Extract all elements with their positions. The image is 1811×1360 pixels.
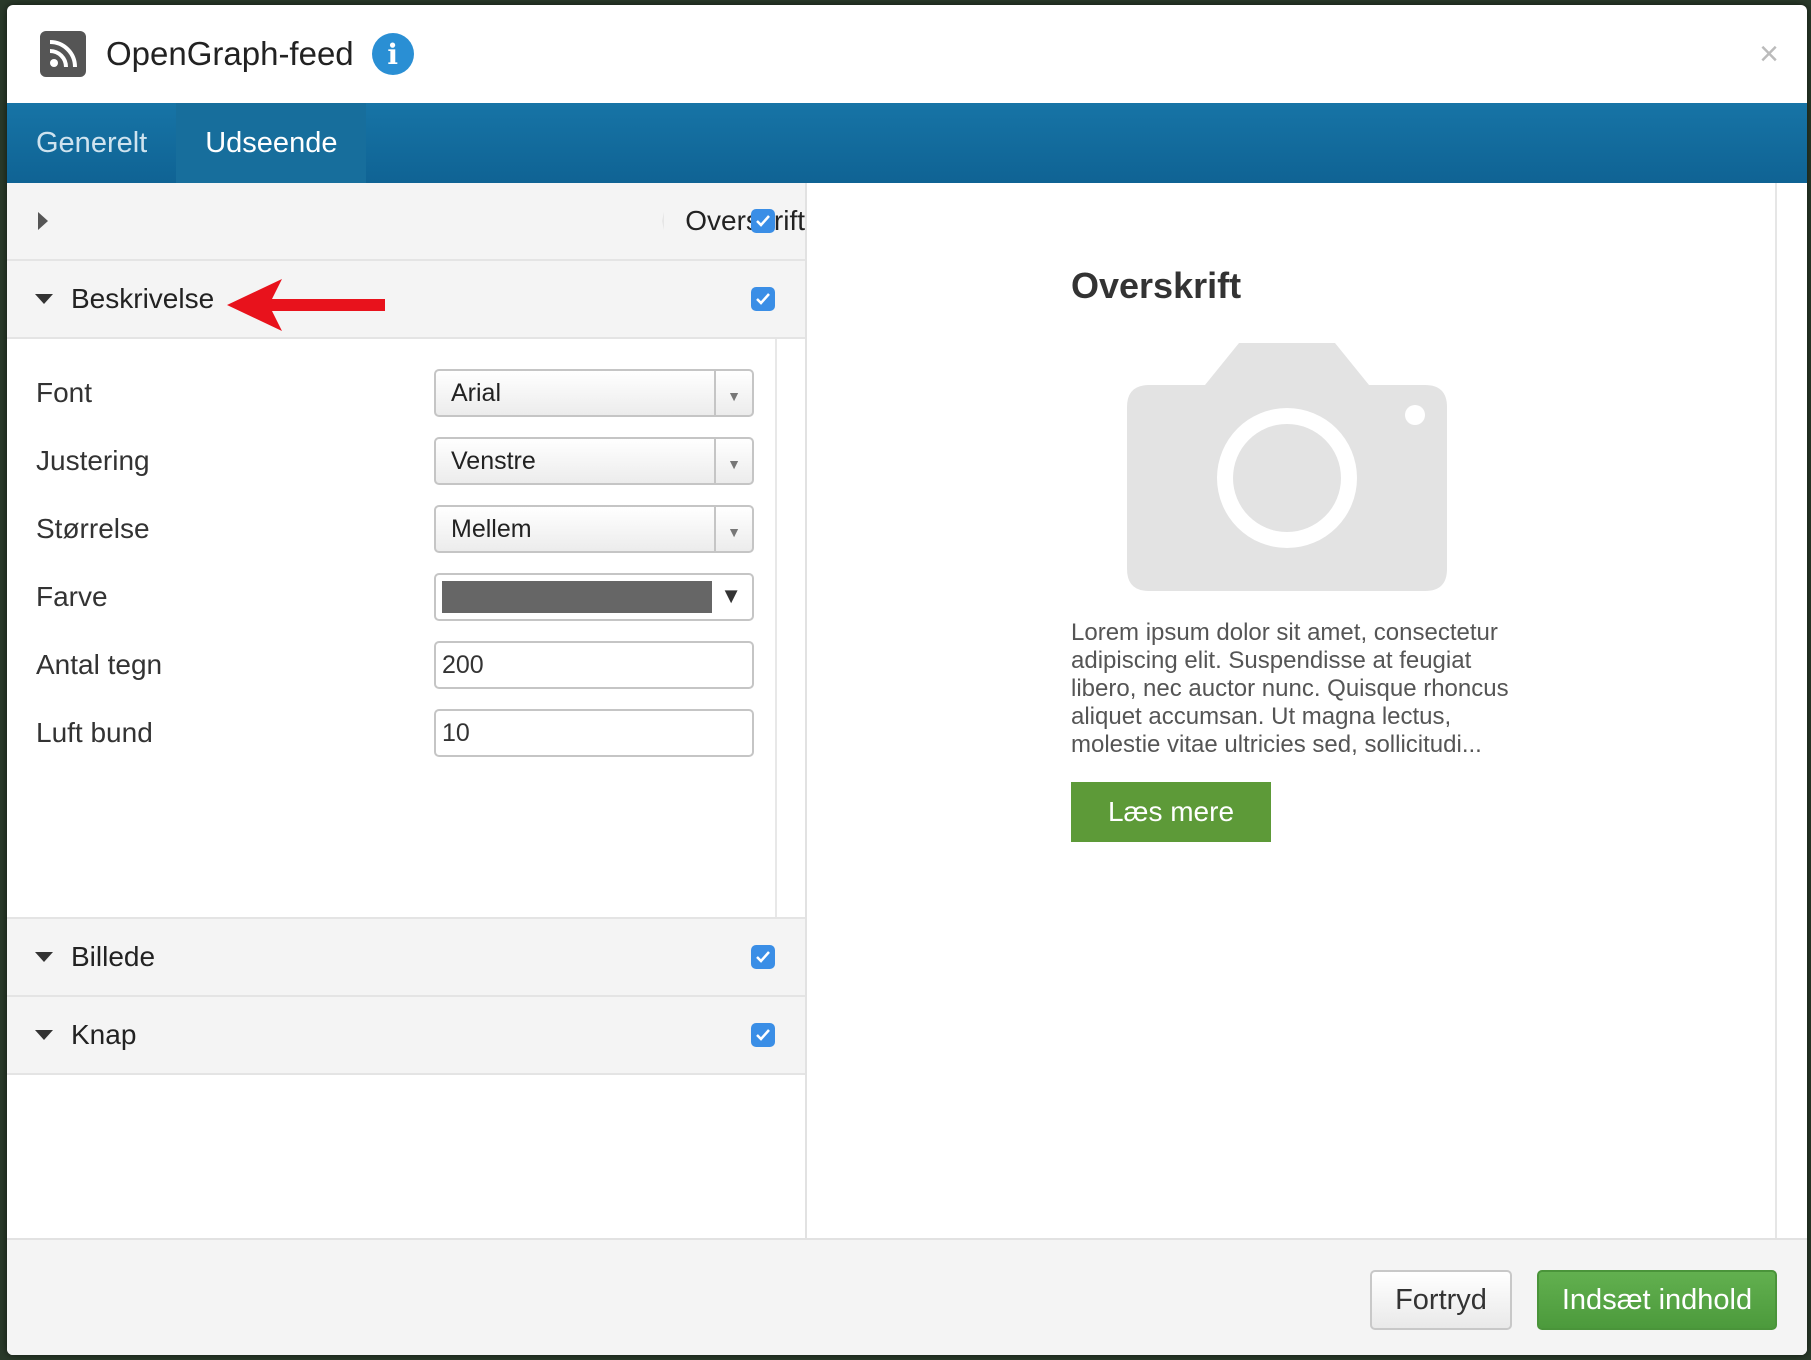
settings-panel: Overskrift Beskrivelse Font Arial ▼ Just… xyxy=(7,183,807,1238)
rss-icon xyxy=(40,31,86,77)
camera-placeholder-icon xyxy=(1127,343,1447,591)
luft-bund-input[interactable]: 10 xyxy=(434,709,754,757)
form-row-farve: Farve ▼ xyxy=(7,563,805,631)
dropdown-arrow-icon: ▼ xyxy=(720,583,742,608)
form-row-justering: Justering Venstre ▼ xyxy=(7,427,805,495)
font-value: Arial xyxy=(451,379,502,407)
farve-label: Farve xyxy=(36,581,108,612)
color-swatch xyxy=(442,581,712,613)
preview-description: Lorem ipsum dolor sit amet, consectetur … xyxy=(1071,619,1509,758)
tab-generelt[interactable]: Generelt xyxy=(7,103,176,183)
caret-down-icon xyxy=(35,1030,53,1040)
section-label: Overskrift xyxy=(685,205,805,236)
font-label: Font xyxy=(36,377,93,408)
section-billede[interactable]: Billede xyxy=(7,919,805,997)
annotation-arrow-icon xyxy=(227,279,385,331)
justering-select[interactable]: Venstre ▼ xyxy=(434,437,754,485)
preview-panel: Overskrift Lorem ipsum dolor sit amet, c… xyxy=(807,183,1777,1238)
read-more-button[interactable]: Læs mere xyxy=(1071,782,1271,842)
storrelse-select[interactable]: Mellem ▼ xyxy=(434,505,754,553)
dialog: OpenGraph-feed i × Generelt Udseende Ove… xyxy=(7,5,1807,1355)
chevron-down-icon: ▼ xyxy=(714,371,752,415)
preview-title: Overskrift xyxy=(1071,265,1242,306)
insert-content-button[interactable]: Indsæt indhold xyxy=(1537,1270,1777,1330)
beskrivelse-checkbox[interactable] xyxy=(751,287,775,311)
font-select[interactable]: Arial ▼ xyxy=(434,369,754,417)
overskrift-checkbox[interactable] xyxy=(751,209,775,233)
chevron-down-icon: ▼ xyxy=(714,507,752,551)
cancel-button[interactable]: Fortryd xyxy=(1370,1270,1512,1330)
storrelse-value: Mellem xyxy=(451,515,532,543)
billede-checkbox[interactable] xyxy=(751,945,775,969)
info-icon[interactable]: i xyxy=(371,33,414,75)
dialog-footer: Fortryd Indsæt indhold xyxy=(7,1238,1807,1355)
dialog-title: OpenGraph-feed xyxy=(106,35,354,72)
form-row-font: Font Arial ▼ xyxy=(7,359,805,427)
dialog-header: OpenGraph-feed i × xyxy=(7,5,1807,103)
section-beskrivelse[interactable]: Beskrivelse xyxy=(7,261,805,339)
beskrivelse-panel: Font Arial ▼ Justering Venstre ▼ Størrel… xyxy=(7,339,805,919)
chevron-down-icon: ▼ xyxy=(714,439,752,483)
section-overskrift[interactable]: Overskrift xyxy=(7,183,805,261)
form-row-antal-tegn: Antal tegn 200 xyxy=(7,631,805,699)
caret-right-icon xyxy=(38,212,665,230)
storrelse-label: Størrelse xyxy=(36,513,150,544)
antal-tegn-label: Antal tegn xyxy=(36,649,163,680)
antal-tegn-input[interactable]: 200 xyxy=(434,641,754,689)
justering-label: Justering xyxy=(36,445,150,476)
section-label: Knap xyxy=(71,1019,137,1050)
dialog-body: Overskrift Beskrivelse Font Arial ▼ Just… xyxy=(7,183,1807,1238)
close-icon[interactable]: × xyxy=(1759,35,1779,74)
scrollbar-track[interactable] xyxy=(775,339,777,917)
knap-checkbox[interactable] xyxy=(751,1023,775,1047)
tab-udseende[interactable]: Udseende xyxy=(176,103,367,183)
section-label: Billede xyxy=(71,941,156,972)
form-row-luft-bund: Luft bund 10 xyxy=(7,699,805,767)
color-picker[interactable]: ▼ xyxy=(434,573,754,621)
caret-down-icon xyxy=(35,294,53,304)
section-knap[interactable]: Knap xyxy=(7,997,805,1075)
luft-bund-label: Luft bund xyxy=(36,717,153,748)
form-row-storrelse: Størrelse Mellem ▼ xyxy=(7,495,805,563)
justering-value: Venstre xyxy=(451,447,536,475)
section-label: Beskrivelse xyxy=(71,283,215,314)
tab-bar: Generelt Udseende xyxy=(7,103,1807,183)
caret-down-icon xyxy=(35,952,53,962)
